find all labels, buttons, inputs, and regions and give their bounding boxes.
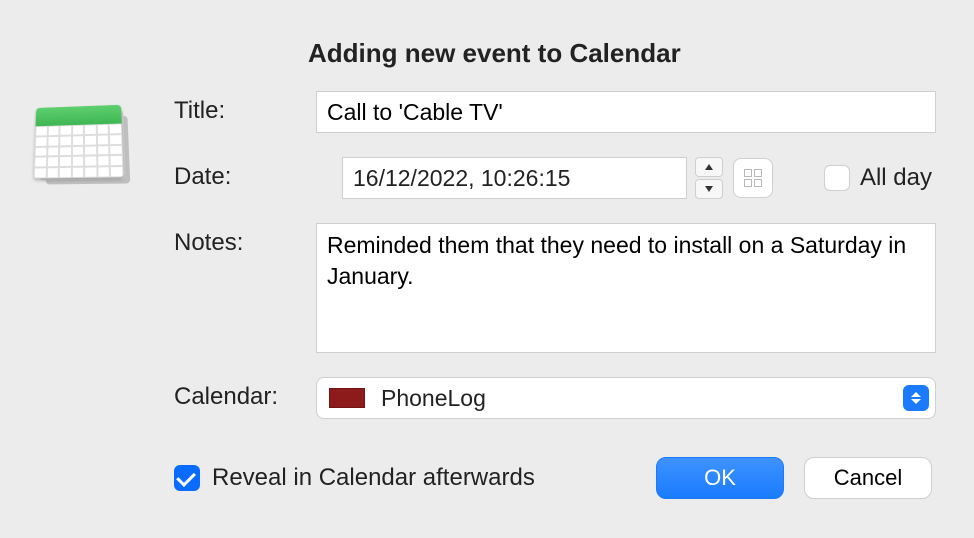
reveal-checkbox[interactable] bbox=[174, 465, 200, 491]
dialog-heading: Adding new event to Calendar bbox=[308, 38, 936, 69]
reveal-label: Reveal in Calendar afterwards bbox=[212, 464, 535, 492]
calendar-color-swatch bbox=[329, 388, 365, 408]
date-step-up[interactable] bbox=[695, 157, 723, 177]
up-down-icon bbox=[903, 385, 929, 411]
calendar-selected-value: PhoneLog bbox=[381, 385, 903, 412]
calendar-label: Calendar: bbox=[38, 377, 288, 411]
calendar-select[interactable]: PhoneLog bbox=[316, 377, 936, 419]
notes-textarea[interactable] bbox=[316, 223, 936, 353]
add-event-dialog: Adding new event to Calendar Title: bbox=[0, 0, 974, 538]
notes-label: Notes: bbox=[38, 223, 288, 257]
date-input[interactable]: 16/12/2022, 10:26:15 bbox=[342, 157, 687, 199]
ok-button[interactable]: OK bbox=[656, 457, 784, 499]
calendar-app-icon bbox=[34, 104, 134, 184]
all-day-checkbox[interactable] bbox=[824, 165, 850, 191]
cancel-button[interactable]: Cancel bbox=[804, 457, 932, 499]
title-input[interactable] bbox=[316, 91, 936, 133]
date-picker-button[interactable] bbox=[733, 158, 773, 198]
calendar-grid-icon bbox=[744, 169, 762, 187]
date-step-down[interactable] bbox=[695, 179, 723, 199]
all-day-label: All day bbox=[860, 164, 932, 192]
date-stepper bbox=[695, 157, 723, 199]
